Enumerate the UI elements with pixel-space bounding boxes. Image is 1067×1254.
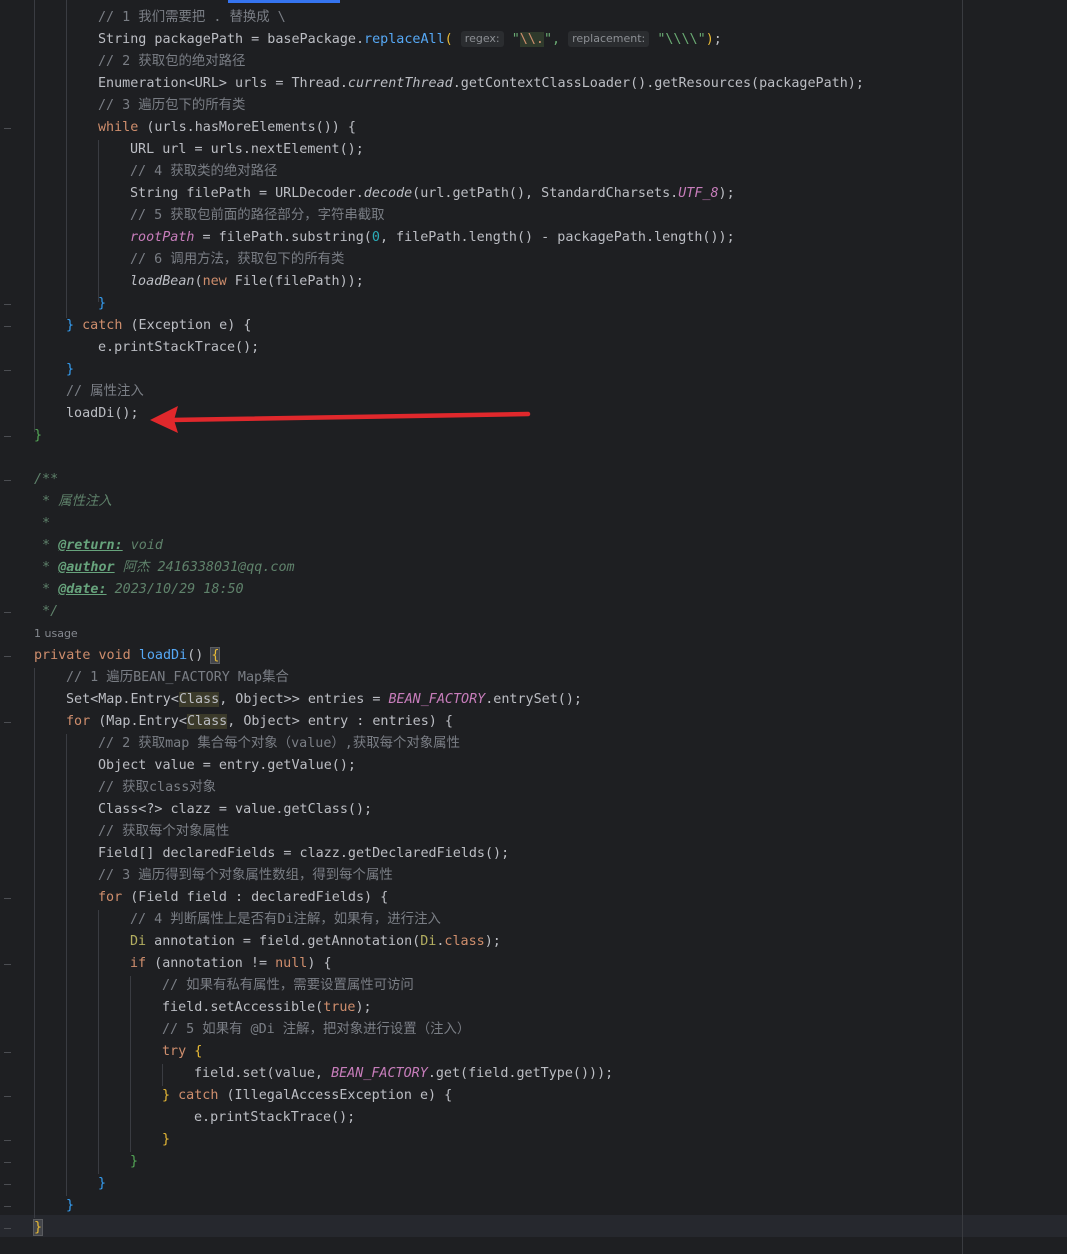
red-arrow-icon (150, 406, 531, 433)
code-editor[interactable]: // 1 我们需要把 . 替换成 \ String packagePath = … (0, 0, 1067, 1254)
